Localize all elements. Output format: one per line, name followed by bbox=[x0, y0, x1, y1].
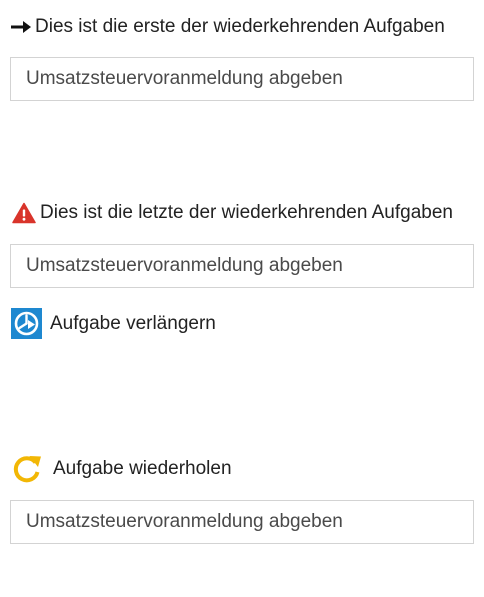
warning-triangle-icon bbox=[12, 202, 36, 224]
repeat-task-action[interactable]: Aufgabe wiederholen bbox=[11, 453, 232, 485]
first-recurring-task-notice: Dies ist die erste der wiederkehrenden A… bbox=[10, 16, 445, 38]
task-title-value: Umsatzsteuervoranmeldung abgeben bbox=[26, 68, 343, 89]
first-recurring-task-label: Dies ist die erste der wiederkehrenden A… bbox=[35, 16, 445, 37]
extend-task-label: Aufgabe verlängern bbox=[50, 312, 216, 334]
task-title-value: Umsatzsteuervoranmeldung abgeben bbox=[26, 255, 343, 276]
task-title-field-first[interactable]: Umsatzsteuervoranmeldung abgeben bbox=[10, 57, 474, 101]
repeat-task-label: Aufgabe wiederholen bbox=[53, 458, 232, 479]
arrow-right-icon bbox=[10, 17, 32, 37]
refresh-icon bbox=[11, 453, 43, 485]
extend-task-action[interactable]: Aufgabe verlängern bbox=[11, 308, 216, 339]
task-title-value: Umsatzsteuervoranmeldung abgeben bbox=[26, 511, 343, 532]
last-recurring-task-label: Dies ist die letzte der wiederkehrenden … bbox=[40, 202, 453, 223]
last-recurring-task-notice: Dies ist die letzte der wiederkehrenden … bbox=[12, 202, 453, 224]
task-title-field-repeat[interactable]: Umsatzsteuervoranmeldung abgeben bbox=[10, 500, 474, 544]
clock-extend-icon bbox=[11, 308, 42, 339]
task-title-field-last[interactable]: Umsatzsteuervoranmeldung abgeben bbox=[10, 244, 474, 288]
